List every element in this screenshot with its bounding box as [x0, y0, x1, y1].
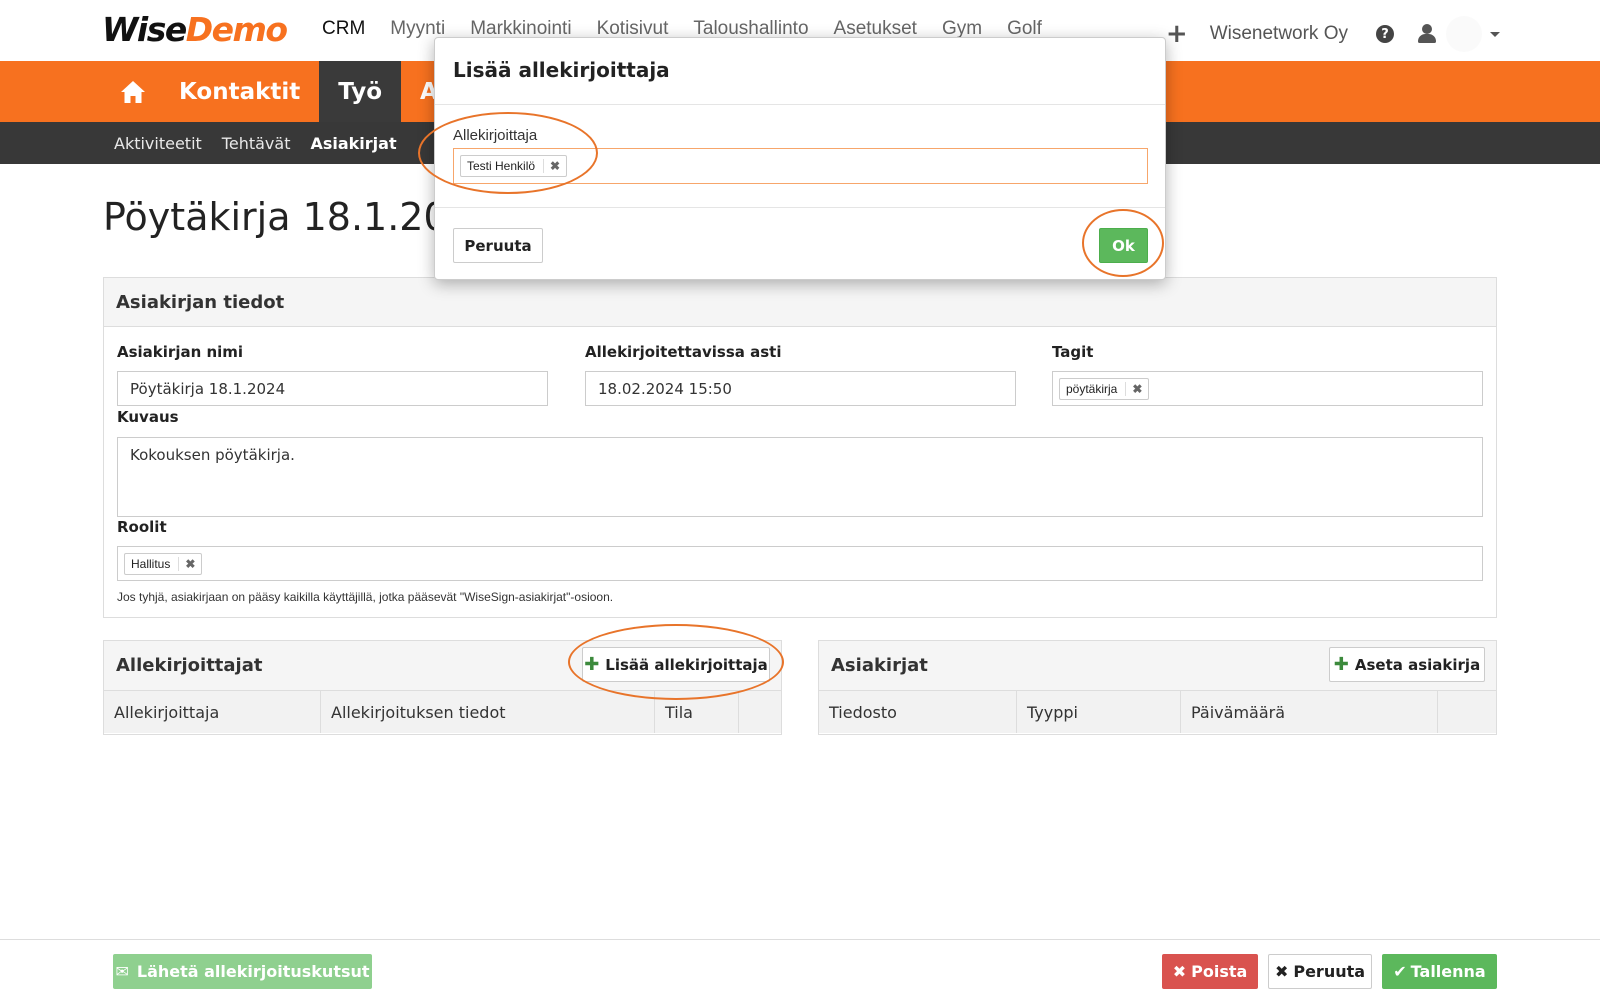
dialog-divider	[435, 104, 1165, 105]
dialog-cancel-button[interactable]: Peruuta	[453, 228, 543, 263]
dialog-ok-button[interactable]: Ok	[1099, 228, 1148, 263]
signer-select-input[interactable]: Testi Henkilö ✖	[453, 148, 1148, 184]
dialog-title: Lisää allekirjoittaja	[453, 58, 670, 82]
selected-signer-label: Testi Henkilö	[467, 159, 536, 173]
modal-overlay: Lisää allekirjoittaja Allekirjoittaja Te…	[0, 0, 1600, 1000]
dialog-divider	[435, 207, 1165, 208]
signer-field-label: Allekirjoittaja	[453, 127, 538, 144]
selected-signer-chip: Testi Henkilö ✖	[460, 155, 568, 177]
remove-signer-icon[interactable]: ✖	[543, 159, 560, 173]
add-signer-dialog: Lisää allekirjoittaja Allekirjoittaja Te…	[434, 37, 1166, 280]
